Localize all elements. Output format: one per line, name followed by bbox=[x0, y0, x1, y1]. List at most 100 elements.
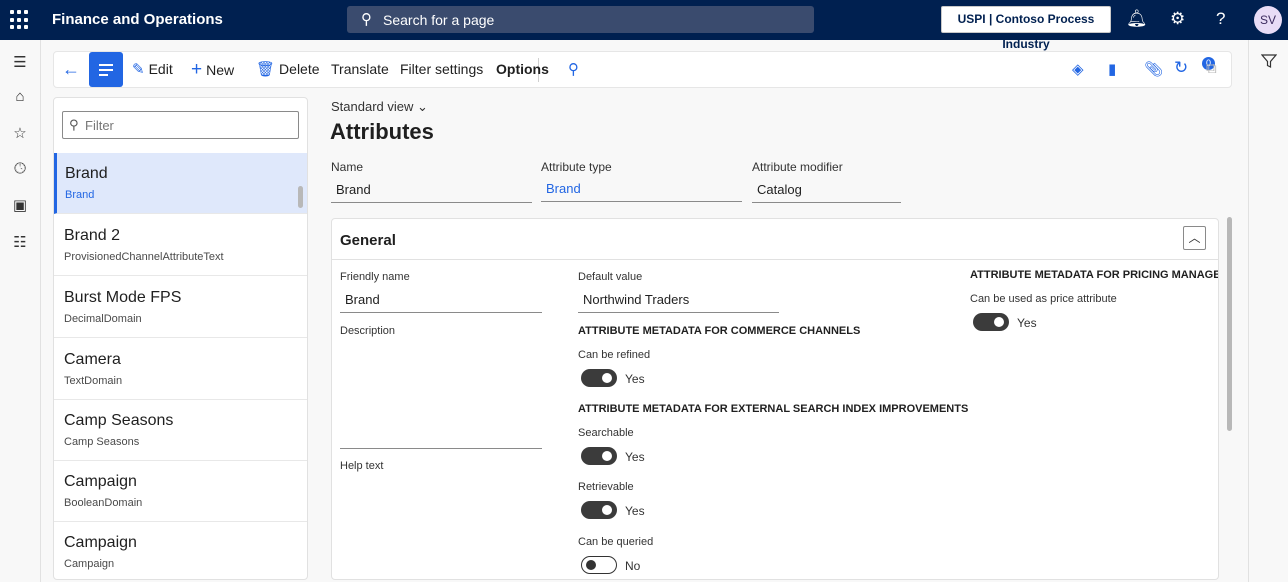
name-label: Name bbox=[331, 160, 364, 174]
new-button[interactable]: + New bbox=[191, 52, 234, 87]
description-textarea[interactable] bbox=[340, 343, 542, 447]
hamburger-menu-icon[interactable]: ☰ bbox=[11, 53, 29, 71]
action-pane: ← ✎ Edit + New 🗑︎ Delete Translate Filter s… bbox=[53, 51, 1232, 88]
app-launcher-icon[interactable] bbox=[10, 10, 30, 30]
list-scrollbar[interactable] bbox=[298, 186, 303, 208]
attribute-modifier-label: Attribute modifier bbox=[752, 160, 843, 174]
list-item-subtitle: Camp Seasons bbox=[64, 436, 140, 448]
can-be-refined-label: Can be refined bbox=[578, 349, 651, 361]
retrievable-label: Retrievable bbox=[578, 481, 634, 493]
left-navigation: ☰ ⌂ ☆ 🕓︎ ▣ ☷ bbox=[0, 40, 41, 582]
list-item-subtitle: BooleanDomain bbox=[64, 497, 143, 509]
recent-clock-icon[interactable]: 🕓︎ bbox=[11, 160, 29, 178]
search-icon: ⚲ bbox=[361, 11, 372, 28]
attribute-type-label: Attribute type bbox=[541, 160, 612, 174]
search-index-heading: ATTRIBUTE METADATA FOR EXTERNAL SEARCH I… bbox=[578, 403, 969, 415]
searchable-toggle[interactable] bbox=[581, 447, 617, 465]
right-filter-strip bbox=[1248, 40, 1288, 582]
delete-label: Delete bbox=[279, 61, 320, 77]
can-be-queried-toggle[interactable] bbox=[581, 556, 617, 574]
collapse-chevron-up-icon[interactable]: ︿ bbox=[1183, 226, 1206, 250]
attachments-icon[interactable]: 📎︎ bbox=[1144, 60, 1163, 78]
general-title: General bbox=[340, 232, 396, 249]
price-attribute-label: Can be used as price attribute bbox=[970, 293, 1117, 305]
action-search-icon[interactable]: ⚲ bbox=[568, 52, 579, 87]
list-item-title: Burst Mode FPS bbox=[64, 289, 182, 306]
options-tab[interactable]: Options bbox=[496, 52, 549, 87]
view-selector[interactable]: Standard view ⌄ bbox=[331, 99, 428, 115]
edit-label: Edit bbox=[148, 61, 173, 77]
list-item-subtitle: Brand bbox=[65, 189, 95, 201]
open-new-window-icon[interactable]: ⧉ bbox=[1206, 60, 1217, 77]
list-item-subtitle: ProvisionedChannelAttributeText bbox=[64, 251, 224, 263]
help-text-label: Help text bbox=[340, 460, 384, 472]
home-icon[interactable]: ⌂ bbox=[11, 88, 29, 106]
filter-settings-button[interactable]: Filter settings bbox=[400, 52, 483, 87]
workspaces-icon[interactable]: ▣ bbox=[11, 196, 29, 214]
searchable-value: Yes bbox=[625, 450, 645, 464]
favorites-star-icon[interactable]: ☆ bbox=[11, 124, 29, 142]
default-value-field[interactable]: Northwind Traders bbox=[578, 289, 779, 313]
top-bar: Finance and Operations ⚲ Search for a pa… bbox=[0, 0, 1288, 51]
retrievable-value: Yes bbox=[625, 504, 645, 518]
view-selector-label: Standard view bbox=[331, 99, 414, 114]
company-picker[interactable]: USPI | Contoso Process Industry bbox=[941, 6, 1111, 51]
friendly-name-field[interactable]: Brand bbox=[340, 289, 542, 313]
list-item[interactable]: Campaign Campaign bbox=[54, 522, 307, 579]
commerce-heading: ATTRIBUTE METADATA FOR COMMERCE CHANNELS bbox=[578, 325, 861, 337]
new-label: New bbox=[206, 62, 235, 78]
office-icon[interactable]: ▮ bbox=[1108, 60, 1116, 78]
gear-icon[interactable]: ⚙ bbox=[1170, 9, 1185, 29]
can-be-refined-value: Yes bbox=[625, 372, 645, 386]
list-item[interactable]: Brand 2 ProvisionedChannelAttributeText bbox=[54, 215, 307, 276]
list-item-subtitle: DecimalDomain bbox=[64, 313, 142, 325]
attribute-type-link[interactable]: Brand bbox=[541, 178, 742, 202]
plus-icon: + bbox=[191, 59, 203, 80]
searchable-label: Searchable bbox=[578, 427, 634, 439]
modules-list-icon[interactable]: ☷ bbox=[11, 233, 29, 251]
can-be-queried-label: Can be queried bbox=[578, 536, 654, 548]
main-scrollbar[interactable] bbox=[1227, 217, 1232, 431]
filter-funnel-icon[interactable] bbox=[1261, 53, 1277, 69]
edit-button[interactable]: ✎ Edit bbox=[132, 52, 173, 87]
list-item[interactable]: Camp Seasons Camp Seasons bbox=[54, 400, 307, 461]
can-be-refined-toggle[interactable] bbox=[581, 369, 617, 387]
name-field[interactable]: Brand bbox=[331, 179, 532, 203]
price-attribute-toggle[interactable] bbox=[973, 313, 1009, 331]
list-item-subtitle: TextDomain bbox=[64, 375, 123, 387]
list-item[interactable]: Brand Brand bbox=[54, 153, 307, 214]
delete-button[interactable]: 🗑︎ Delete bbox=[256, 52, 320, 87]
refresh-icon[interactable]: ↻ bbox=[1174, 58, 1188, 78]
friendly-name-label: Friendly name bbox=[340, 271, 410, 283]
pricing-heading: ATTRIBUTE METADATA FOR PRICING MANAGEM bbox=[970, 269, 1219, 281]
list-filter-input[interactable]: ⚲ Filter bbox=[62, 111, 299, 139]
translate-button[interactable]: Translate bbox=[331, 52, 389, 87]
page-search-input[interactable]: ⚲ Search for a page bbox=[347, 6, 814, 33]
list-item-title: Camp Seasons bbox=[64, 412, 174, 429]
list-item[interactable]: Campaign BooleanDomain bbox=[54, 461, 307, 522]
filter-placeholder: Filter bbox=[85, 118, 114, 133]
attribute-modifier-field[interactable]: Catalog bbox=[752, 179, 901, 203]
search-placeholder: Search for a page bbox=[383, 12, 495, 28]
help-icon[interactable]: ? bbox=[1216, 9, 1225, 29]
list-item-title: Campaign bbox=[64, 534, 137, 551]
record-list-panel: ⚲ Filter Brand Brand Brand 2 Provisioned… bbox=[53, 97, 308, 580]
app-title[interactable]: Finance and Operations bbox=[52, 11, 223, 28]
retrievable-toggle[interactable] bbox=[581, 501, 617, 519]
default-value-label: Default value bbox=[578, 271, 643, 283]
list-item-title: Campaign bbox=[64, 473, 137, 490]
trash-icon: 🗑︎ bbox=[256, 61, 276, 78]
description-underline bbox=[340, 448, 542, 449]
bell-icon[interactable]: 🔔︎ bbox=[1126, 9, 1148, 29]
power-apps-icon[interactable]: ◈ bbox=[1072, 60, 1084, 78]
general-header[interactable]: General ︿ bbox=[332, 219, 1218, 260]
list-item[interactable]: Camera TextDomain bbox=[54, 339, 307, 400]
back-arrow-icon[interactable]: ← bbox=[62, 52, 80, 87]
avatar[interactable]: SV bbox=[1254, 6, 1282, 34]
general-fasttab: General ︿ Friendly name Brand Descriptio… bbox=[331, 218, 1219, 580]
description-label: Description bbox=[340, 325, 396, 337]
list-view-button[interactable] bbox=[89, 52, 123, 87]
page-title: Attributes bbox=[330, 119, 434, 144]
list-item-title: Camera bbox=[64, 351, 121, 368]
list-item[interactable]: Burst Mode FPS DecimalDomain bbox=[54, 277, 307, 338]
